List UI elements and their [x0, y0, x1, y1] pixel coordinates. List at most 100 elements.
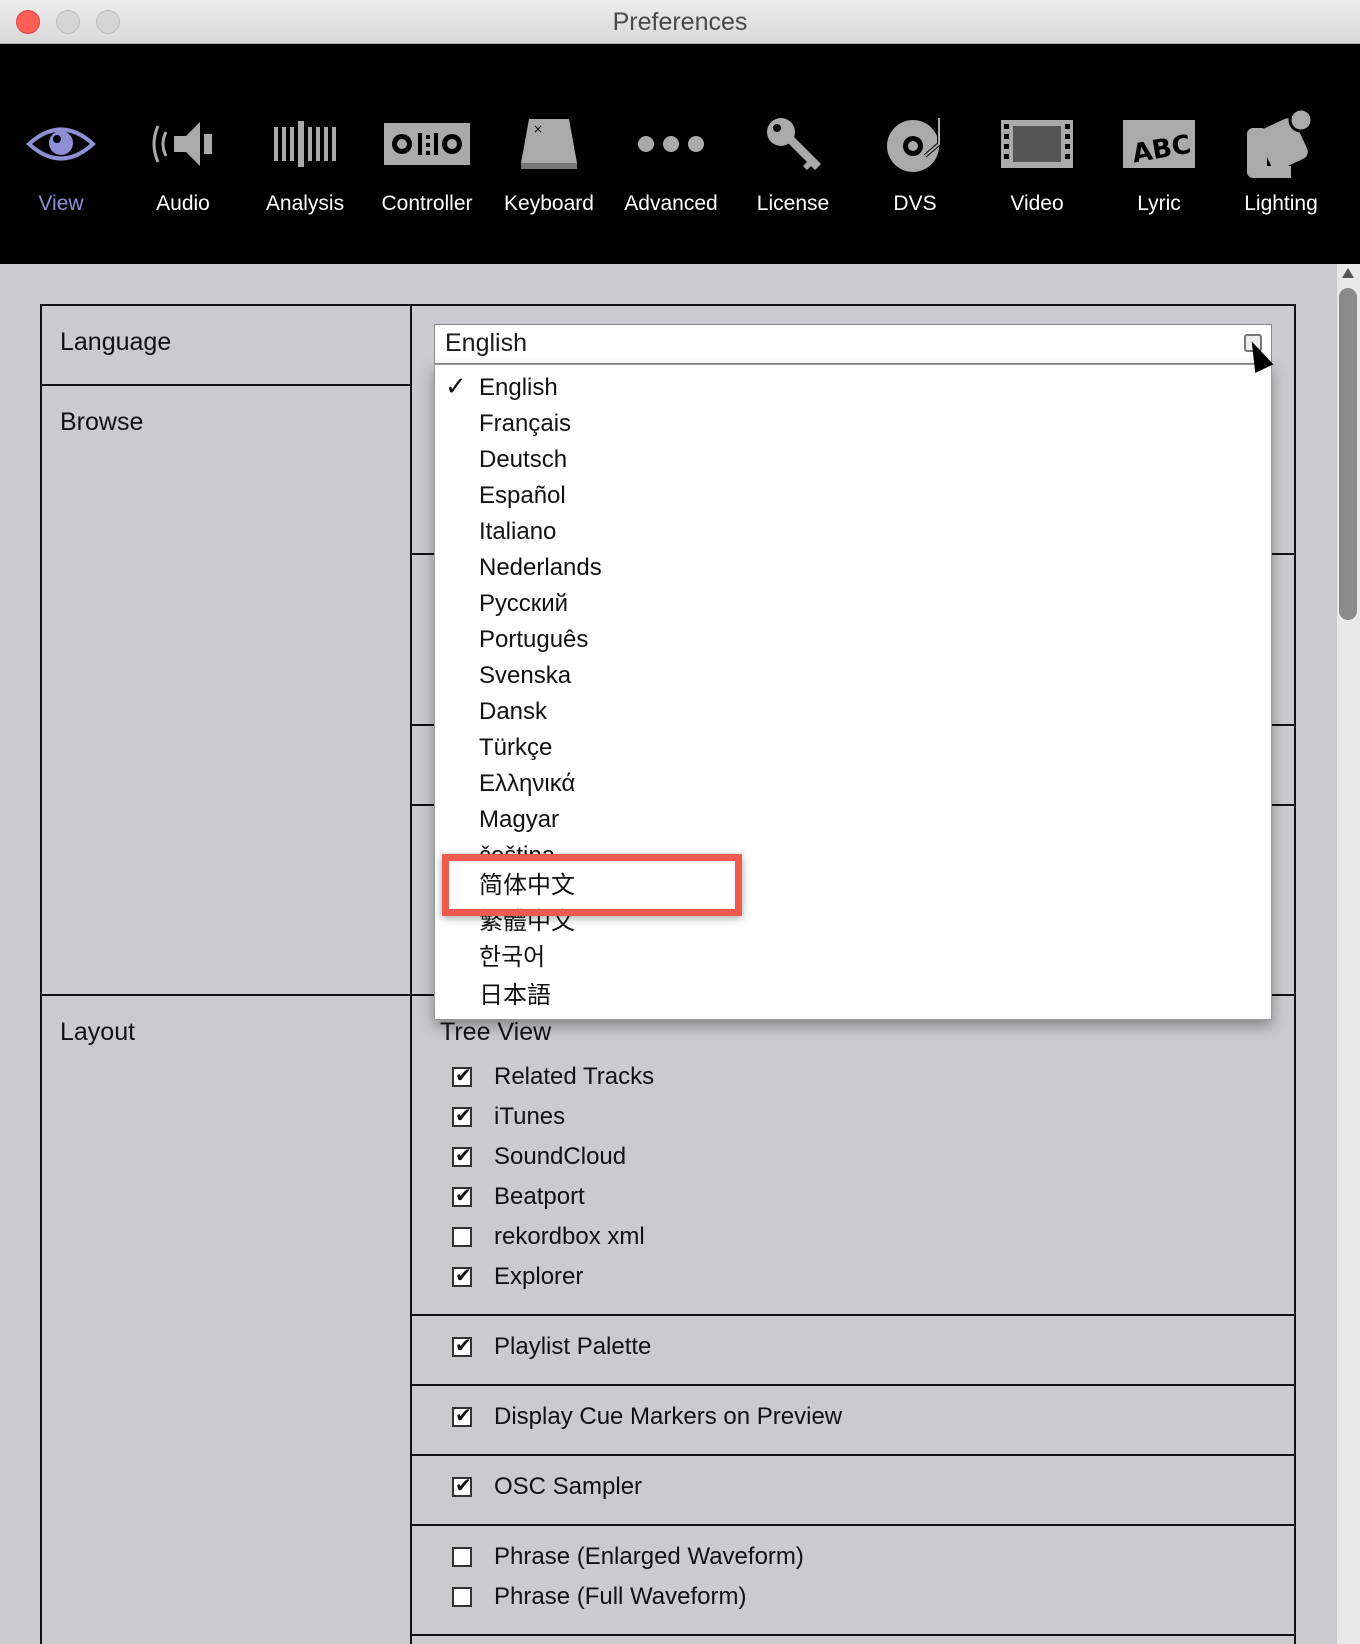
row-divider [410, 1634, 1296, 1636]
checkbox-checked-icon [452, 1103, 472, 1127]
tab-advanced[interactable]: Advanced [610, 104, 732, 254]
checkbox-checked-icon [452, 1263, 472, 1287]
language-dropdown-menu: ✓ English Français Deutsch Español Itali… [434, 364, 1272, 1020]
checkbox-label: Related Tracks [494, 1063, 655, 1090]
analysis-bars-icon [244, 104, 366, 184]
tab-dvs[interactable]: DVS [854, 104, 976, 254]
language-option-traditional-chinese[interactable]: 繁體中文 [479, 905, 575, 939]
tab-analysis[interactable]: Analysis [244, 104, 366, 254]
tab-video-label: Video [1010, 192, 1064, 215]
language-option-spanish[interactable]: Español [479, 479, 566, 513]
checkbox-unchecked-icon [452, 1547, 472, 1567]
tree-view-explorer-checkbox[interactable]: Explorer [452, 1260, 583, 1294]
eye-icon [0, 104, 122, 184]
checkbox-label: rekordbox xml [494, 1223, 645, 1250]
dots-icon [610, 104, 732, 184]
row-divider [410, 1524, 1296, 1526]
svg-text:×: × [533, 122, 543, 136]
language-option-greek[interactable]: Ελληνικά [479, 767, 575, 801]
speaker-icon [122, 104, 244, 184]
tab-keyboard[interactable]: × Keyboard [488, 104, 610, 254]
tab-license[interactable]: License [732, 104, 854, 254]
scroll-up-arrow-icon[interactable] [1342, 268, 1354, 278]
turntable-icon [854, 104, 976, 184]
checkbox-label: Explorer [494, 1263, 584, 1290]
keyboard-key-icon: × [488, 104, 610, 184]
tree-view-title: Tree View [440, 1018, 552, 1046]
checkbox-checked-icon [452, 1143, 472, 1167]
checkbox-checked-icon [452, 1183, 472, 1207]
tree-view-rekordbox-xml-checkbox[interactable]: rekordbox xml [452, 1220, 645, 1254]
title-bar: Preferences [0, 0, 1360, 44]
column-divider [410, 304, 412, 1644]
tab-view[interactable]: View [0, 104, 122, 254]
tab-advanced-label: Advanced [624, 192, 718, 215]
row-divider [410, 1454, 1296, 1456]
tab-controller-label: Controller [381, 192, 473, 215]
language-option-turkish[interactable]: Türkçe [479, 731, 552, 765]
tree-view-related-tracks-checkbox[interactable]: Related Tracks [452, 1060, 654, 1094]
preferences-toolbar: View Audio Analysis Controller × Keyboar… [0, 44, 1360, 264]
tab-lighting[interactable]: Lighting [1220, 104, 1342, 254]
phrase-full-waveform-checkbox[interactable]: Phrase (Full Waveform) [452, 1580, 747, 1614]
row-divider [410, 1384, 1296, 1386]
checkbox-label: Beatport [494, 1183, 585, 1210]
checkbox-checked-icon [452, 1473, 472, 1497]
tab-view-label: View [38, 192, 84, 215]
language-select[interactable]: English [434, 324, 1272, 364]
display-cue-markers-checkbox[interactable]: Display Cue Markers on Preview [452, 1400, 842, 1434]
row-divider [40, 384, 412, 386]
language-option-russian[interactable]: Русский [479, 587, 568, 621]
light-fixture-icon [1220, 104, 1342, 184]
key-icon [732, 104, 854, 184]
checkbox-label: Phrase (Enlarged Waveform) [494, 1543, 804, 1570]
checkbox-label: Phrase (Full Waveform) [494, 1583, 747, 1610]
checkbox-label: SoundCloud [494, 1143, 627, 1170]
checkbox-checked-icon [452, 1063, 472, 1087]
language-option-danish[interactable]: Dansk [479, 695, 547, 729]
language-option-german[interactable]: Deutsch [479, 443, 567, 477]
language-option-korean[interactable]: 한국어 [479, 941, 545, 975]
osc-sampler-checkbox[interactable]: OSC Sampler [452, 1470, 642, 1504]
checkbox-label: Display Cue Markers on Preview [494, 1403, 843, 1430]
checkbox-unchecked-icon [452, 1227, 472, 1247]
checkbox-checked-icon [452, 1333, 472, 1357]
tab-lighting-label: Lighting [1244, 192, 1318, 215]
browse-row-label: Browse [60, 408, 144, 436]
checkmark-icon: ✓ [445, 371, 467, 401]
scroll-thumb[interactable] [1339, 288, 1357, 620]
language-option-hungarian[interactable]: Magyar [479, 803, 559, 837]
playlist-palette-checkbox[interactable]: Playlist Palette [452, 1330, 651, 1364]
tab-analysis-label: Analysis [265, 192, 345, 215]
tab-video[interactable]: Video [976, 104, 1098, 254]
checkbox-label: OSC Sampler [494, 1473, 643, 1500]
checkbox-checked-icon [452, 1403, 472, 1427]
language-option-japanese[interactable]: 日本語 [479, 979, 551, 1013]
language-option-french[interactable]: Français [479, 407, 571, 441]
language-option-swedish[interactable]: Svenska [479, 659, 571, 693]
checkbox-unchecked-icon [452, 1587, 472, 1607]
tree-view-beatport-checkbox[interactable]: Beatport [452, 1180, 585, 1214]
layout-row-label: Layout [60, 1018, 136, 1046]
language-row-label: Language [60, 328, 172, 356]
language-option-english[interactable]: English [479, 371, 558, 405]
tab-lyric-label: Lyric [1137, 192, 1181, 215]
tab-audio[interactable]: Audio [122, 104, 244, 254]
checkbox-label: iTunes [494, 1103, 566, 1130]
tab-dvs-label: DVS [893, 192, 937, 215]
language-option-dutch[interactable]: Nederlands [479, 551, 602, 585]
window-title: Preferences [612, 8, 748, 36]
language-option-simplified-chinese[interactable]: 简体中文 [479, 869, 575, 903]
tree-view-itunes-checkbox[interactable]: iTunes [452, 1100, 565, 1134]
tab-lyric[interactable]: ABC Lyric [1098, 104, 1220, 254]
controller-icon [366, 104, 488, 184]
language-option-portuguese[interactable]: Português [479, 623, 588, 657]
tab-controller[interactable]: Controller [366, 104, 488, 254]
tab-audio-label: Audio [156, 192, 210, 215]
tree-view-soundcloud-checkbox[interactable]: SoundCloud [452, 1140, 626, 1174]
language-option-italian[interactable]: Italiano [479, 515, 556, 549]
row-divider [410, 1314, 1296, 1316]
language-option-czech[interactable]: čeština [479, 839, 555, 855]
tab-keyboard-label: Keyboard [504, 192, 594, 215]
phrase-enlarged-waveform-checkbox[interactable]: Phrase (Enlarged Waveform) [452, 1540, 804, 1574]
